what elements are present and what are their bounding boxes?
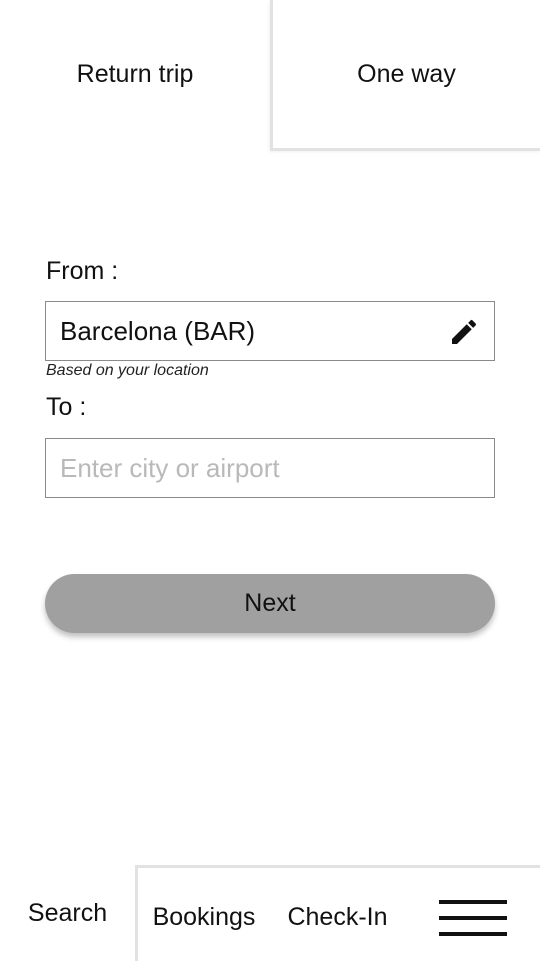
- next-button-label: Next: [244, 589, 296, 617]
- nav-bookings-label: Bookings: [152, 903, 256, 931]
- from-label: From :: [46, 257, 119, 285]
- nav-search-label: Search: [27, 898, 108, 927]
- bottom-nav: Search Bookings Check-In: [0, 865, 540, 961]
- from-value: Barcelona (BAR): [60, 315, 256, 346]
- hamburger-menu-icon[interactable]: [438, 899, 507, 936]
- location-hint: Based on your location: [46, 362, 209, 379]
- tab-one-way-label: One way: [357, 59, 456, 88]
- tab-return-trip[interactable]: Return trip: [0, 0, 270, 148]
- tab-return-trip-label: Return trip: [76, 59, 194, 88]
- to-field[interactable]: [45, 438, 495, 498]
- pencil-icon[interactable]: [448, 316, 480, 348]
- nav-bookings[interactable]: Bookings: [135, 865, 270, 961]
- nav-search[interactable]: Search: [0, 865, 135, 961]
- tab-one-way[interactable]: One way: [270, 0, 540, 151]
- nav-checkin-label: Check-In: [287, 903, 388, 931]
- nav-checkin[interactable]: Check-In: [270, 865, 405, 961]
- nav-menu[interactable]: [405, 865, 540, 961]
- to-input[interactable]: [60, 452, 440, 484]
- to-label: To :: [46, 393, 87, 421]
- next-button[interactable]: Next: [45, 574, 495, 633]
- from-field[interactable]: Barcelona (BAR): [45, 301, 495, 361]
- trip-type-tabs: Return trip One way: [0, 0, 540, 151]
